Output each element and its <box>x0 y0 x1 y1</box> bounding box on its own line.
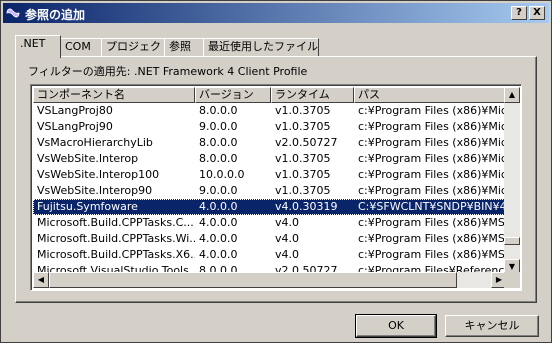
version-cell: 8.0.0.0 <box>199 136 238 149</box>
help-button[interactable]: ? <box>511 6 527 20</box>
runtime-cell: v4.0 <box>275 232 300 245</box>
scroll-left-button[interactable]: ◀ <box>33 272 49 288</box>
window-title: 参照の追加 <box>25 8 86 22</box>
version-cell: 4.0.0.0 <box>199 248 238 261</box>
path-cell: C:¥SFWCLNT¥SNDP¥BIN¥4. <box>358 200 507 213</box>
list-item[interactable]: Fujitsu.Symfoware 4.0.0.0 v4.0.30319 C:¥SFW… <box>33 199 507 215</box>
list-item[interactable]: Microsoft.Build.CPPTasks.C... 4.0.0.0 v4.0… <box>33 215 507 231</box>
component-name-cell: VSLangProj80 <box>37 104 113 117</box>
path-cell: c:¥Program Files (x86)¥MS... <box>358 248 507 261</box>
vertical-scrollbar[interactable]: ▲ ▼ <box>504 87 520 275</box>
runtime-cell: v1.0.3705 <box>275 104 331 117</box>
component-name-cell: VSLangProj90 <box>37 120 113 133</box>
path-cell: c:¥Program Files (x86)¥Micr <box>358 168 507 181</box>
component-name-cell: Microsoft.Build.CPPTasks.X6... <box>37 248 195 261</box>
component-name-cell: VsWebSite.Interop90 <box>37 184 153 197</box>
list-item[interactable]: VSLangProj90 9.0.0.0 v1.0.3705 c:¥Program F… <box>33 119 507 135</box>
runtime-cell: v1.0.3705 <box>275 184 331 197</box>
path-cell: c:¥Program Files (x86)¥Micr <box>358 136 507 149</box>
list-item[interactable]: VsWebSite.Interop100 10.0.0.0 v1.0.3705 c:¥… <box>33 167 507 183</box>
close-button[interactable]: X <box>529 6 545 20</box>
runtime-cell: v1.0.3705 <box>275 120 331 133</box>
version-cell: 4.0.0.0 <box>199 200 238 213</box>
column-header-version[interactable]: バージョン <box>195 87 271 103</box>
runtime-cell: v1.0.3705 <box>275 152 331 165</box>
title-bar[interactable]: 参照の追加 ? X <box>3 3 549 23</box>
list-rows: VSLangProj80 8.0.0.0 v1.0.3705 c:¥Program F… <box>33 103 507 279</box>
runtime-cell: v4.0 <box>275 216 300 229</box>
runtime-cell: v4.0 <box>275 248 300 261</box>
column-header-component-name[interactable]: コンポーネント名 <box>33 87 195 103</box>
horizontal-scroll-thumb[interactable] <box>49 272 457 288</box>
list-header: コンポーネント名 バージョン ランタイム パス <box>33 87 507 103</box>
tab-project[interactable]: プロジェクト <box>101 38 172 56</box>
version-cell: 8.0.0.0 <box>199 152 238 165</box>
component-name-cell: VsMacroHierarchyLib <box>37 136 153 149</box>
runtime-cell: v1.0.3705 <box>275 168 331 181</box>
scroll-corner <box>504 272 520 288</box>
tab-panel: フィルターの適用先: .NET Framework 4 Client Profi… <box>15 56 537 303</box>
path-cell: c:¥Program Files (x86)¥MS... <box>358 216 507 229</box>
version-cell: 9.0.0.0 <box>199 184 238 197</box>
list-item[interactable]: Microsoft.Build.CPPTasks.Wi... 4.0.0.0 v4.… <box>33 231 507 247</box>
tab-dotnet[interactable]: .NET <box>15 35 61 58</box>
add-reference-dialog: 参照の追加 ? X .NET COM プロジェクト 参照 最近使用したファイル … <box>0 0 552 343</box>
tab-com[interactable]: COM <box>60 38 102 56</box>
list-item[interactable]: VsWebSite.Interop90 9.0.0.0 v1.0.3705 c:¥Pr… <box>33 183 507 199</box>
version-cell: 4.0.0.0 <box>199 232 238 245</box>
cancel-button[interactable]: キャンセル <box>445 315 539 337</box>
component-name-cell: VsWebSite.Interop <box>37 152 139 165</box>
runtime-cell: v4.0.30319 <box>275 200 338 213</box>
vertical-scroll-thumb[interactable] <box>504 237 520 245</box>
filter-label: フィルターの適用先: .NET Framework 4 Client Profi… <box>28 65 308 78</box>
component-name-cell: VsWebSite.Interop100 <box>37 168 160 181</box>
horizontal-scrollbar[interactable]: ◀ ▶ <box>33 272 507 288</box>
list-item[interactable]: VsMacroHierarchyLib 8.0.0.0 v2.0.50727 c:¥P… <box>33 135 507 151</box>
path-cell: c:¥Program Files (x86)¥Micr <box>358 184 507 197</box>
list-item[interactable]: VsWebSite.Interop 8.0.0.0 v1.0.3705 c:¥Prog… <box>33 151 507 167</box>
component-name-cell: Microsoft.Build.CPPTasks.Wi... <box>37 232 195 245</box>
path-cell: c:¥Program Files (x86)¥Micr <box>358 120 507 133</box>
path-cell: c:¥Program Files (x86)¥Micr <box>358 104 507 117</box>
ok-button[interactable]: OK <box>355 314 437 338</box>
runtime-cell: v2.0.50727 <box>275 136 338 149</box>
tab-recent-files[interactable]: 最近使用したファイル <box>203 38 319 56</box>
visual-studio-icon <box>6 8 20 18</box>
version-cell: 9.0.0.0 <box>199 120 238 133</box>
tab-browse[interactable]: 参照 <box>164 38 204 56</box>
list-item[interactable]: VSLangProj80 8.0.0.0 v1.0.3705 c:¥Program F… <box>33 103 507 119</box>
column-header-runtime[interactable]: ランタイム <box>271 87 354 103</box>
component-list[interactable]: コンポーネント名 バージョン ランタイム パス VSLangProj80 8.0.… <box>30 84 522 291</box>
component-name-cell: Fujitsu.Symfoware <box>37 200 138 213</box>
version-cell: 10.0.0.0 <box>199 168 245 181</box>
component-name-cell: Microsoft.Build.CPPTasks.C... <box>37 216 194 229</box>
version-cell: 4.0.0.0 <box>199 216 238 229</box>
list-item[interactable]: Microsoft.Build.CPPTasks.X6... 4.0.0.0 v4.… <box>33 247 507 263</box>
path-cell: c:¥Program Files (x86)¥Micr <box>358 152 507 165</box>
path-cell: c:¥Program Files (x86)¥MS... <box>358 232 507 245</box>
scroll-up-button[interactable]: ▲ <box>504 87 520 103</box>
column-header-path[interactable]: パス <box>354 87 507 103</box>
version-cell: 8.0.0.0 <box>199 104 238 117</box>
